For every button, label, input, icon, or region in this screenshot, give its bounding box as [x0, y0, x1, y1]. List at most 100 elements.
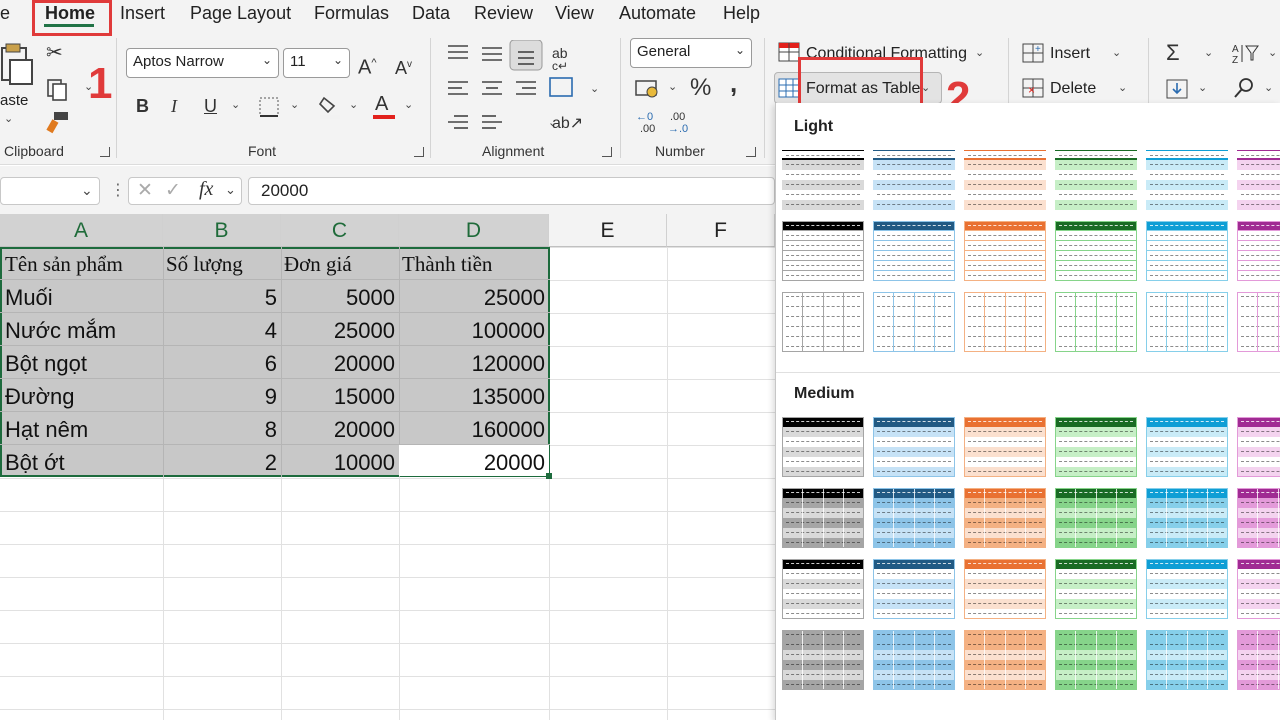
format-painter-icon[interactable] [46, 110, 70, 134]
menu-data[interactable]: Data [412, 3, 450, 24]
comma-style-button[interactable]: , [730, 70, 737, 96]
menu-automate[interactable]: Automate [619, 3, 696, 24]
cell-a5[interactable]: Đường [5, 380, 161, 413]
cell-d7[interactable]: 20000 [399, 446, 545, 479]
menu-insert[interactable]: Insert [120, 3, 165, 24]
more-options-icon[interactable]: ⋮ [110, 180, 126, 200]
table-style-medium-green[interactable] [1055, 630, 1137, 690]
cell-d5[interactable]: 135000 [399, 380, 545, 413]
table-style-light-black[interactable] [782, 221, 864, 281]
table-style-medium-purple[interactable] [1237, 559, 1280, 619]
percent-style-button[interactable]: % [690, 76, 711, 100]
cell-b1[interactable]: Số lượng [166, 248, 278, 281]
table-style-light-cyan[interactable] [1146, 150, 1228, 210]
table-style-light-orange[interactable] [964, 292, 1046, 352]
sort-filter-chevron-icon[interactable]: ⌄ [1268, 46, 1277, 59]
clipboard-launcher-icon[interactable] [100, 147, 110, 157]
font-color-icon[interactable]: A [375, 93, 388, 115]
insert-function-button[interactable]: fx [199, 178, 213, 201]
merge-chevron-icon[interactable]: ⌄ [590, 82, 599, 95]
cell-c6[interactable]: 20000 [281, 413, 395, 446]
table-style-light-blue[interactable] [873, 221, 955, 281]
column-header-a[interactable]: A [0, 214, 163, 247]
table-style-light-black[interactable] [782, 150, 864, 210]
table-style-medium-purple[interactable] [1237, 630, 1280, 690]
table-style-medium-green[interactable] [1055, 559, 1137, 619]
cell-b2[interactable]: 5 [163, 281, 277, 314]
table-style-medium-blue[interactable] [873, 630, 955, 690]
cell-d2[interactable]: 25000 [399, 281, 545, 314]
accounting-format-icon[interactable] [634, 78, 662, 100]
table-style-light-orange[interactable] [964, 221, 1046, 281]
cell-b6[interactable]: 8 [163, 413, 277, 446]
menu-help[interactable]: Help [723, 3, 760, 24]
table-style-light-blue[interactable] [873, 150, 955, 210]
delete-cells-icon[interactable]: × [1022, 78, 1046, 100]
alignment-launcher-icon[interactable] [602, 147, 612, 157]
table-style-medium-orange[interactable] [964, 417, 1046, 477]
table-style-medium-cyan[interactable] [1146, 630, 1228, 690]
conditional-formatting-chevron-icon[interactable]: ⌄ [975, 46, 984, 59]
fill-handle[interactable] [546, 473, 552, 479]
find-chevron-icon[interactable]: ⌄ [1264, 81, 1273, 94]
column-header-b[interactable]: B [163, 214, 281, 247]
menu-page-layout[interactable]: Page Layout [190, 3, 291, 24]
cell-d3[interactable]: 100000 [399, 314, 545, 347]
sort-filter-icon[interactable]: A Z [1232, 42, 1262, 66]
cell-d4[interactable]: 120000 [399, 347, 545, 380]
cell-a2[interactable]: Muối [5, 281, 161, 314]
accounting-chevron-icon[interactable]: ⌄ [668, 80, 677, 93]
cell-c5[interactable]: 15000 [281, 380, 395, 413]
grow-font-icon[interactable]: A^ [358, 52, 377, 79]
cell-b7[interactable]: 2 [163, 446, 277, 479]
underline-button[interactable]: U [204, 95, 217, 117]
cell-a1[interactable]: Tên sản phẩm [5, 248, 163, 281]
fill-chevron-icon[interactable]: ⌄ [1198, 81, 1207, 94]
formula-input[interactable]: 20000 [248, 177, 775, 205]
table-style-medium-black[interactable] [782, 417, 864, 477]
italic-button[interactable]: I [171, 95, 177, 117]
underline-chevron-icon[interactable]: ⌄ [231, 98, 240, 111]
shrink-font-icon[interactable]: Av [395, 54, 412, 79]
table-style-light-purple[interactable] [1237, 150, 1280, 210]
paste-chevron-icon[interactable]: ⌄ [4, 112, 13, 125]
table-style-light-blue[interactable] [873, 292, 955, 352]
column-header-e[interactable]: E [549, 214, 667, 247]
table-style-medium-green[interactable] [1055, 417, 1137, 477]
table-style-medium-black[interactable] [782, 630, 864, 690]
insert-chevron-icon[interactable]: ⌄ [1112, 46, 1121, 59]
cell-b5[interactable]: 9 [163, 380, 277, 413]
font-size-dropdown[interactable]: 11 ⌄ [283, 48, 350, 78]
copy-icon[interactable] [46, 78, 68, 102]
font-launcher-icon[interactable] [414, 147, 424, 157]
borders-icon[interactable] [258, 96, 280, 118]
number-format-dropdown[interactable]: General ⌄ [630, 38, 752, 68]
delete-button[interactable]: Delete [1050, 80, 1096, 98]
insert-cells-icon[interactable]: + [1022, 43, 1046, 65]
fill-color-chevron-icon[interactable]: ⌄ [349, 98, 358, 111]
table-style-light-cyan[interactable] [1146, 292, 1228, 352]
bold-button[interactable]: B [136, 95, 149, 117]
cell-a6[interactable]: Hạt nêm [5, 413, 161, 446]
orientation-chevron-icon[interactable]: ⌄ [548, 116, 557, 129]
name-box[interactable]: ⌄ [0, 177, 100, 205]
cell-a3[interactable]: Nước mắm [5, 314, 161, 347]
menu-review[interactable]: Review [474, 3, 533, 24]
font-name-dropdown[interactable]: Aptos Narrow ⌄ [126, 48, 279, 78]
cell-a4[interactable]: Bột ngọt [5, 347, 161, 380]
font-color-chevron-icon[interactable]: ⌄ [404, 98, 413, 111]
table-style-medium-black[interactable] [782, 488, 864, 548]
cell-c7[interactable]: 10000 [281, 446, 395, 479]
table-style-medium-orange[interactable] [964, 630, 1046, 690]
menu-formulas[interactable]: Formulas [314, 3, 389, 24]
cell-a7[interactable]: Bột ớt [5, 446, 161, 479]
table-style-light-black[interactable] [782, 292, 864, 352]
number-launcher-icon[interactable] [746, 147, 756, 157]
cell-c4[interactable]: 20000 [281, 347, 395, 380]
cut-icon[interactable]: ✂ [46, 42, 63, 64]
fill-icon[interactable] [1166, 78, 1190, 100]
fill-color-icon[interactable] [318, 94, 342, 120]
cell-d1[interactable]: Thành tiền [402, 248, 547, 281]
table-style-medium-purple[interactable] [1237, 488, 1280, 548]
table-style-medium-cyan[interactable] [1146, 559, 1228, 619]
